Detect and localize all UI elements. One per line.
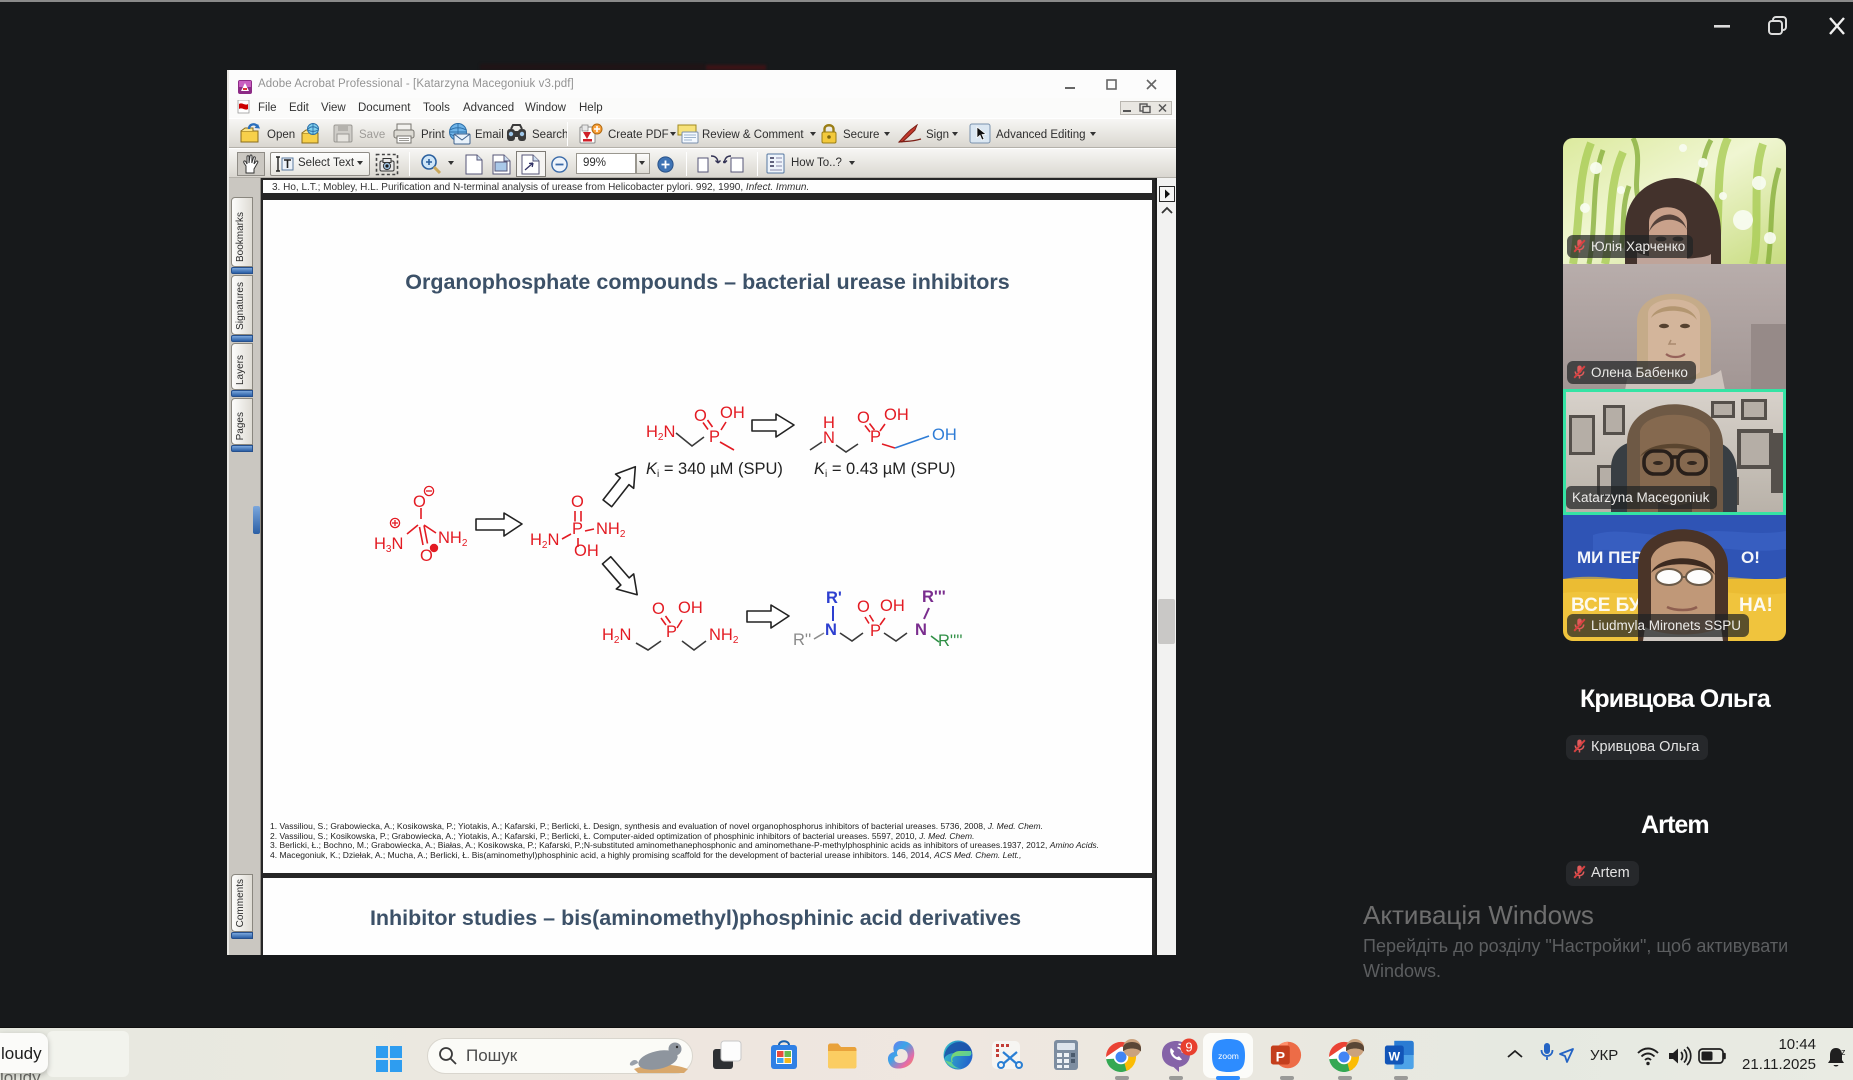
- svg-text:O: O: [857, 409, 870, 427]
- svg-text:H2N: H2N: [530, 531, 559, 551]
- svg-text:N: N: [823, 429, 835, 447]
- svg-text:OH: OH: [884, 406, 909, 424]
- svg-text:R'''': R'''': [938, 632, 963, 650]
- svg-text:OH: OH: [932, 426, 957, 444]
- svg-text:9: 9: [1185, 1040, 1192, 1055]
- svg-text:P: P: [666, 623, 677, 641]
- svg-text:H3N: H3N: [374, 535, 403, 555]
- svg-text:P: P: [709, 428, 720, 446]
- svg-text:НА!: НА!: [1739, 595, 1773, 616]
- svg-text:H2N: H2N: [602, 626, 631, 646]
- svg-text:O: O: [694, 407, 707, 425]
- svg-text:P: P: [870, 622, 881, 640]
- svg-text:zoom: zoom: [1218, 1051, 1239, 1061]
- svg-text:P: P: [870, 428, 881, 446]
- svg-text:NH2: NH2: [596, 520, 626, 540]
- svg-text:Ki = 0.43 µM (SPU): Ki = 0.43 µM (SPU): [814, 460, 956, 480]
- svg-text:z: z: [1841, 1047, 1846, 1057]
- svg-text:W: W: [1389, 1050, 1401, 1064]
- svg-text:OH: OH: [678, 599, 703, 617]
- svg-text:Ki = 340 µM (SPU): Ki = 340 µM (SPU): [646, 460, 783, 480]
- svg-text:МИ ПЕР: МИ ПЕР: [1577, 548, 1643, 567]
- svg-text:P: P: [572, 520, 583, 538]
- svg-text:N: N: [915, 621, 927, 639]
- svg-text:P: P: [1276, 1050, 1285, 1066]
- svg-text:OH: OH: [880, 597, 905, 615]
- svg-text:H2N: H2N: [646, 423, 675, 443]
- svg-text:O: O: [413, 493, 426, 511]
- svg-text:OH: OH: [574, 542, 599, 560]
- svg-text:O: O: [571, 493, 584, 511]
- svg-text:NH2: NH2: [709, 626, 739, 646]
- svg-text:OH: OH: [720, 404, 745, 422]
- svg-text:O: O: [652, 600, 665, 618]
- svg-text:R''': R''': [922, 588, 946, 606]
- svg-text:R'': R'': [793, 631, 811, 649]
- svg-text:О!: О!: [1741, 548, 1760, 567]
- svg-text:R': R': [826, 589, 842, 607]
- svg-text:NH2: NH2: [438, 529, 468, 549]
- svg-text:O: O: [857, 598, 870, 616]
- svg-text:N: N: [825, 621, 837, 639]
